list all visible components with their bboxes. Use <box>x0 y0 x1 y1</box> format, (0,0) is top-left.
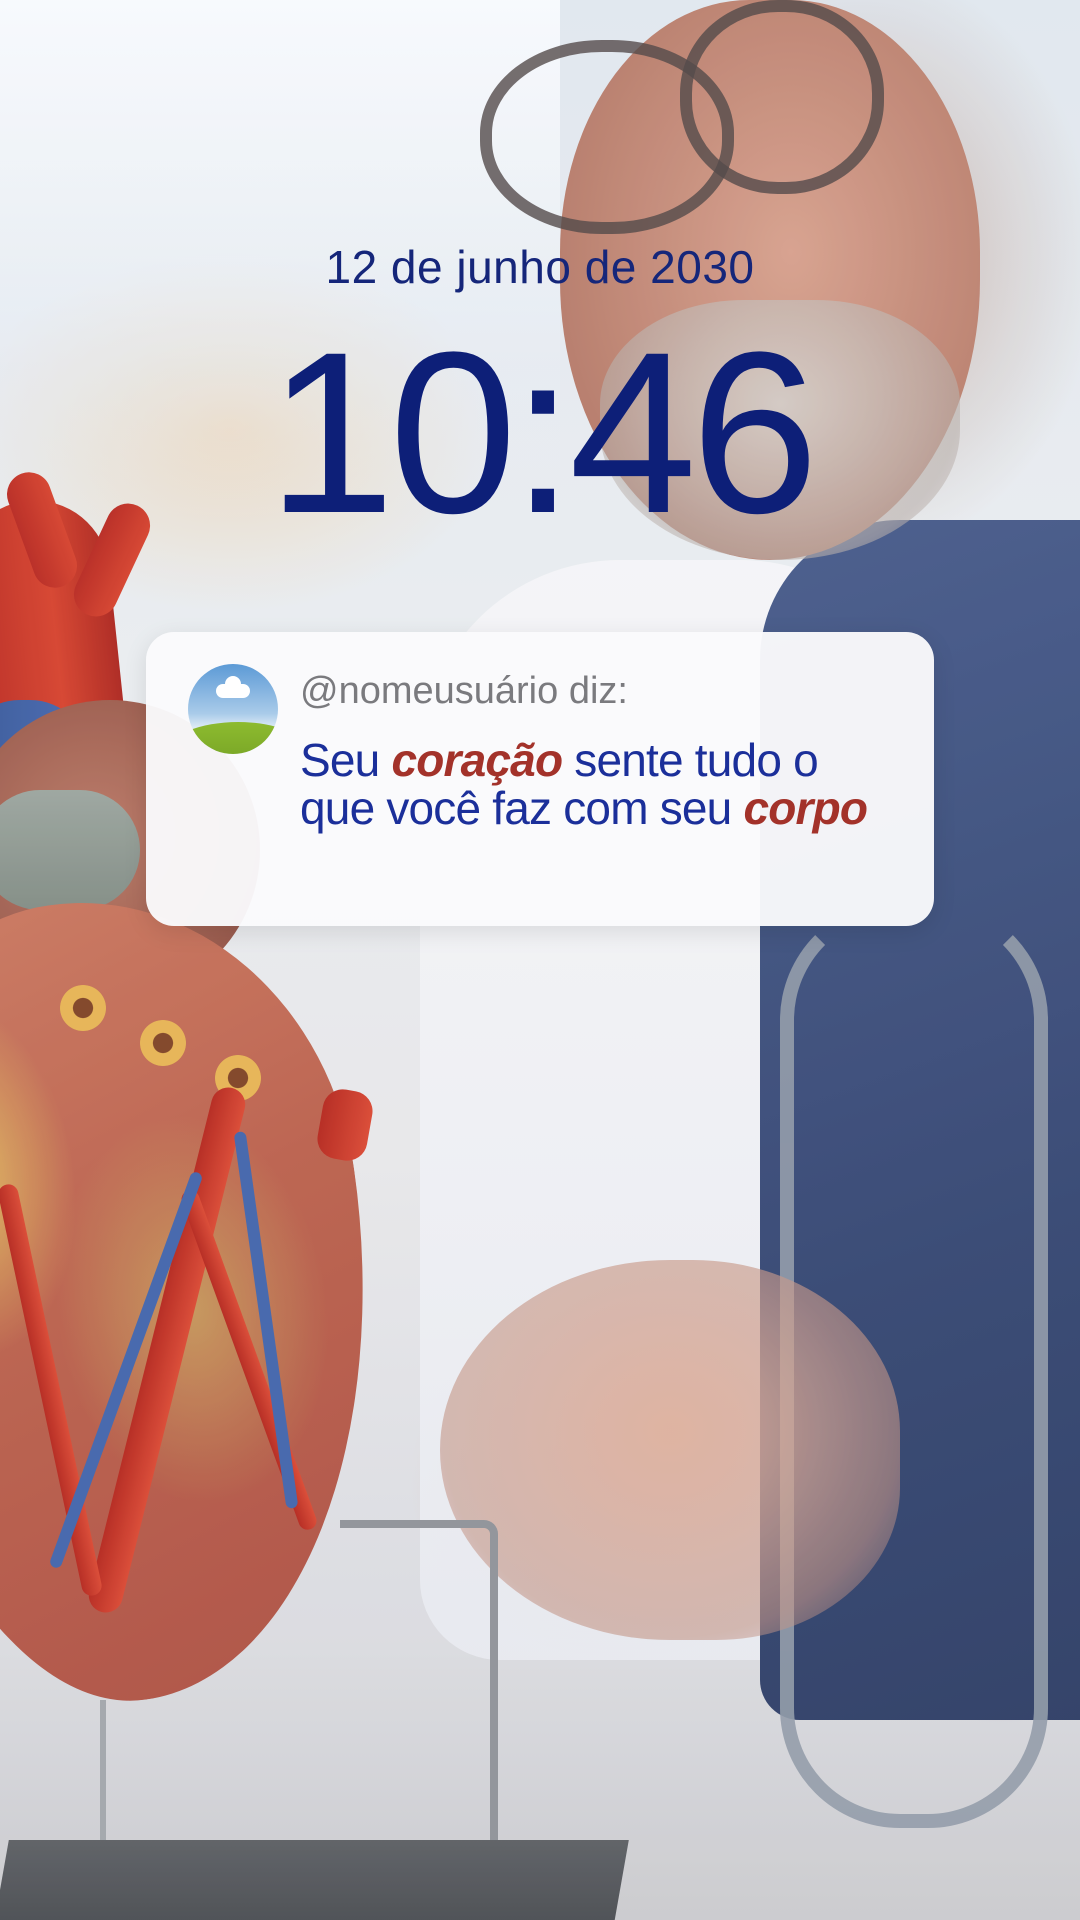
message-highlight-body: corpo <box>743 782 868 834</box>
notification-message: Seu coração sente tudo o que você faz co… <box>300 736 900 832</box>
lock-screen: 12 de junho de 2030 10:46 @nomeusuário d… <box>0 0 1080 1920</box>
cloud-icon <box>216 676 250 698</box>
landscape-avatar-icon <box>188 664 278 754</box>
message-text: Seu <box>300 734 392 786</box>
notification-sender: @nomeusuário diz: <box>300 670 628 712</box>
lock-date: 12 de junho de 2030 <box>325 241 755 293</box>
message-highlight-heart: coração <box>391 734 563 786</box>
notification-card[interactable]: @nomeusuário diz: Seu coração sente tudo… <box>146 632 934 926</box>
lock-clock: 10:46 <box>267 304 819 561</box>
hill-icon <box>188 722 278 754</box>
